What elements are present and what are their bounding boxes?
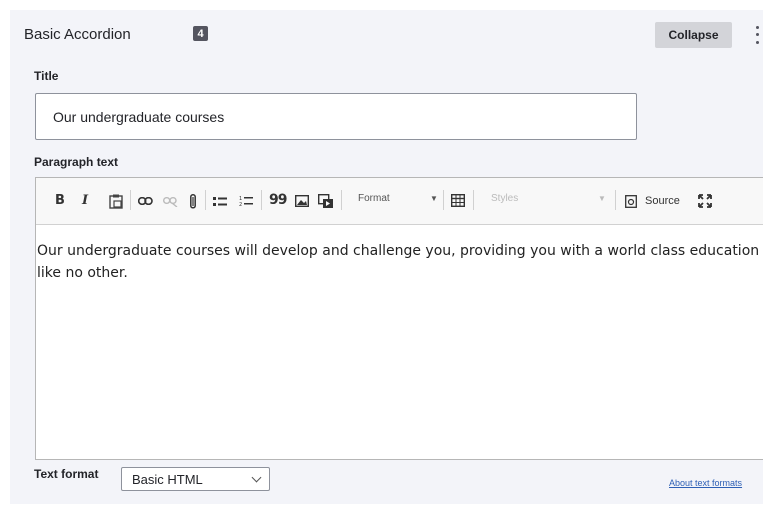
paste-text-icon[interactable] [109, 194, 123, 209]
svg-text:2: 2 [239, 202, 242, 207]
unlink-icon[interactable] [163, 197, 178, 207]
title-input[interactable]: Our undergraduate courses [35, 93, 637, 140]
about-text-formats-link[interactable]: About text formats [669, 478, 763, 488]
rich-text-editor[interactable]: B I 1 2 99 Format ▼ Styles ▼ Source Our … [35, 177, 763, 460]
blockquote-button[interactable]: 99 [269, 192, 288, 208]
bold-button[interactable]: B [55, 193, 65, 209]
table-icon[interactable] [451, 194, 465, 207]
source-button[interactable]: Source [645, 195, 680, 207]
kebab-menu-icon[interactable] [751, 24, 763, 46]
numbered-list-icon[interactable]: 1 2 [239, 195, 253, 207]
anchor-icon[interactable] [190, 194, 196, 209]
link-icon[interactable] [138, 197, 153, 205]
paragraph-type-title: Basic Accordion [24, 26, 131, 43]
format-dropdown[interactable]: Format [358, 193, 390, 204]
title-input-value: Our undergraduate courses [53, 108, 225, 125]
paragraph-header: Basic Accordion [24, 26, 131, 43]
title-label: Title [34, 69, 59, 83]
chevron-down-icon [251, 472, 262, 483]
text-format-row: Text format [34, 467, 106, 481]
collapse-button[interactable]: Collapse [655, 22, 732, 48]
editor-content[interactable]: Our undergraduate courses will develop a… [36, 240, 761, 284]
styles-dropdown[interactable]: Styles [491, 193, 518, 204]
paragraph-text-label: Paragraph text [34, 155, 119, 169]
text-format-label: Text format [34, 467, 99, 481]
format-dropdown-caret-icon: ▼ [430, 194, 438, 203]
paragraph-count-badge: 4 [193, 26, 208, 41]
text-format-selected: Basic HTML [132, 471, 203, 487]
text-format-select[interactable]: Basic HTML [121, 467, 270, 491]
styles-dropdown-caret-icon: ▼ [598, 194, 606, 203]
source-icon[interactable] [625, 195, 637, 208]
editor-toolbar: B I 1 2 99 Format ▼ Styles ▼ Source [36, 178, 763, 225]
italic-button[interactable]: I [82, 193, 88, 209]
bulleted-list-icon[interactable] [213, 196, 227, 207]
image-icon[interactable] [295, 195, 309, 207]
media-embed-icon[interactable] [318, 194, 334, 209]
maximize-icon[interactable] [698, 194, 712, 208]
